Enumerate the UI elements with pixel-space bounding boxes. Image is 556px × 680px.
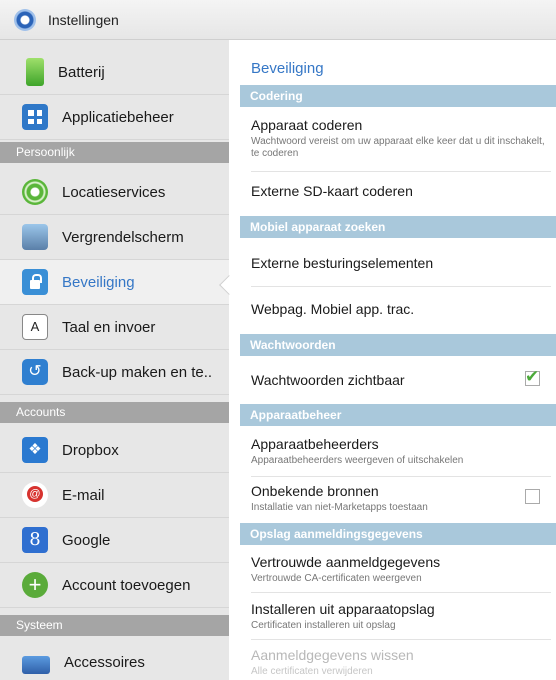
setting-clear-credentials: Aanmeldgegevens wissen Alle certificaten… [251, 647, 551, 678]
setting-device-administrators[interactable]: Apparaatbeheerders Apparaatbeheerders we… [251, 436, 551, 467]
setting-title: Externe SD-kaart coderen [251, 183, 413, 199]
page-title: Beveiliging [251, 60, 324, 77]
setting-title: Aanmeldgegevens wissen [251, 647, 414, 663]
sidebar-item-security[interactable]: Beveiliging [0, 260, 229, 305]
setting-summary: Vertrouwde CA-certificaten weergeven [251, 573, 422, 584]
setting-show-passwords[interactable]: Wachtwoorden zichtbaar [251, 372, 551, 388]
setting-title: Apparaat coderen [251, 117, 363, 133]
setting-title: Webpag. Mobiel app. trac. [251, 301, 415, 317]
divider [251, 639, 551, 640]
section-header-credential-storage: Opslag aanmeldingsgegevens [240, 523, 556, 545]
sidebar-item-label: Dropbox [62, 441, 119, 459]
sidebar-item-language-input[interactable]: A Taal en invoer [0, 305, 229, 350]
settings-sidebar: Batterij Applicatiebeheer Persoonlijk Lo… [0, 40, 229, 680]
sidebar-item-backup-reset[interactable]: ↺ Back-up maken en te.. [0, 350, 229, 395]
setting-title: Installeren uit apparaatopslag [251, 601, 435, 617]
sidebar-item-label: Applicatiebeheer [62, 108, 174, 126]
divider [251, 592, 551, 593]
setting-web-tracker[interactable]: Webpag. Mobiel app. trac. [251, 301, 551, 317]
settings-gear-icon[interactable] [14, 8, 36, 31]
sidebar-item-lock-screen[interactable]: Vergrendelscherm [0, 215, 229, 260]
setting-trusted-credentials[interactable]: Vertrouwde aanmeldgegevens Vertrouwde CA… [251, 554, 551, 585]
sidebar-item-accessories[interactable]: Accessoires [0, 640, 229, 680]
setting-remote-controls[interactable]: Externe besturingselementen [251, 255, 551, 271]
setting-summary: Apparaatbeheerders weergeven of uitschak… [251, 455, 464, 466]
section-header-device-admin: Apparaatbeheer [240, 404, 556, 426]
section-header-encryption: Codering [240, 85, 556, 107]
dropbox-icon: ❖ [22, 437, 48, 463]
sidebar-item-battery[interactable]: Batterij [0, 50, 229, 95]
sidebar-item-email[interactable]: E-mail [0, 473, 229, 518]
sidebar-item-label: E-mail [62, 486, 105, 504]
sidebar-item-application-manager[interactable]: Applicatiebeheer [0, 95, 229, 140]
battery-icon [26, 58, 44, 86]
setting-summary: Installatie van niet-Marketapps toestaan [251, 502, 428, 513]
backup-icon: ↺ [22, 359, 48, 385]
sidebar-item-label: Back-up maken en te.. [62, 363, 213, 381]
sidebar-item-label: Account toevoegen [62, 576, 191, 594]
setting-unknown-sources[interactable]: Onbekende bronnen Installatie van niet-M… [251, 483, 551, 514]
sidebar-item-label: Google [62, 531, 111, 549]
setting-title: Vertrouwde aanmeldgegevens [251, 554, 441, 570]
sidebar-item-label: Locatieservices [62, 183, 166, 201]
security-settings-panel: Beveiliging Codering Apparaat coderen Wa… [230, 40, 556, 680]
google-icon: 8 [22, 527, 48, 553]
add-icon: + [22, 572, 48, 598]
setting-title: Apparaatbeheerders [251, 436, 379, 452]
sidebar-item-add-account[interactable]: + Account toevoegen [0, 563, 229, 608]
unknown-sources-checkbox[interactable] [525, 489, 540, 504]
setting-title: Externe besturingselementen [251, 255, 434, 271]
action-bar: Instellingen [0, 0, 556, 40]
setting-encrypt-device[interactable]: Apparaat coderen Wachtwoord vereist om u… [251, 117, 551, 160]
sidebar-item-location-services[interactable]: Locatieservices [0, 170, 229, 215]
apps-grid-icon [22, 104, 48, 130]
email-icon [22, 482, 48, 508]
sidebar-item-label: Vergrendelscherm [62, 228, 184, 246]
setting-title: Wachtwoorden zichtbaar [251, 372, 405, 388]
category-header-system: Systeem [0, 615, 229, 636]
show-passwords-checkbox[interactable] [525, 367, 540, 387]
section-header-passwords: Wachtwoorden [240, 334, 556, 356]
lock-screen-icon [22, 224, 48, 250]
padlock-icon [22, 269, 48, 295]
setting-summary: Wachtwoord vereist om uw apparaat elke k… [251, 136, 545, 159]
divider [251, 171, 551, 172]
setting-summary: Alle certificaten verwijderen [251, 666, 373, 677]
setting-install-from-storage[interactable]: Installeren uit apparaatopslag Certifica… [251, 601, 551, 632]
app-title: Instellingen [48, 11, 119, 28]
sidebar-item-label: Beveiliging [62, 273, 135, 291]
sidebar-item-label: Taal en invoer [62, 318, 156, 336]
category-header-personal: Persoonlijk [0, 142, 229, 163]
divider [251, 286, 551, 287]
setting-title: Onbekende bronnen [251, 483, 379, 499]
section-header-find-device: Mobiel apparaat zoeken [240, 216, 556, 238]
divider [251, 476, 551, 477]
location-icon [22, 179, 48, 205]
accessories-icon [22, 656, 50, 674]
sidebar-item-dropbox[interactable]: ❖ Dropbox [0, 428, 229, 473]
sidebar-item-label: Accessoires [64, 653, 145, 671]
setting-summary: Certificaten installeren uit opslag [251, 620, 396, 631]
sidebar-item-label: Batterij [58, 63, 105, 81]
setting-encrypt-sd-card[interactable]: Externe SD-kaart coderen [251, 183, 551, 199]
sidebar-item-google[interactable]: 8 Google [0, 518, 229, 563]
category-header-accounts: Accounts [0, 402, 229, 423]
language-icon: A [22, 314, 48, 340]
